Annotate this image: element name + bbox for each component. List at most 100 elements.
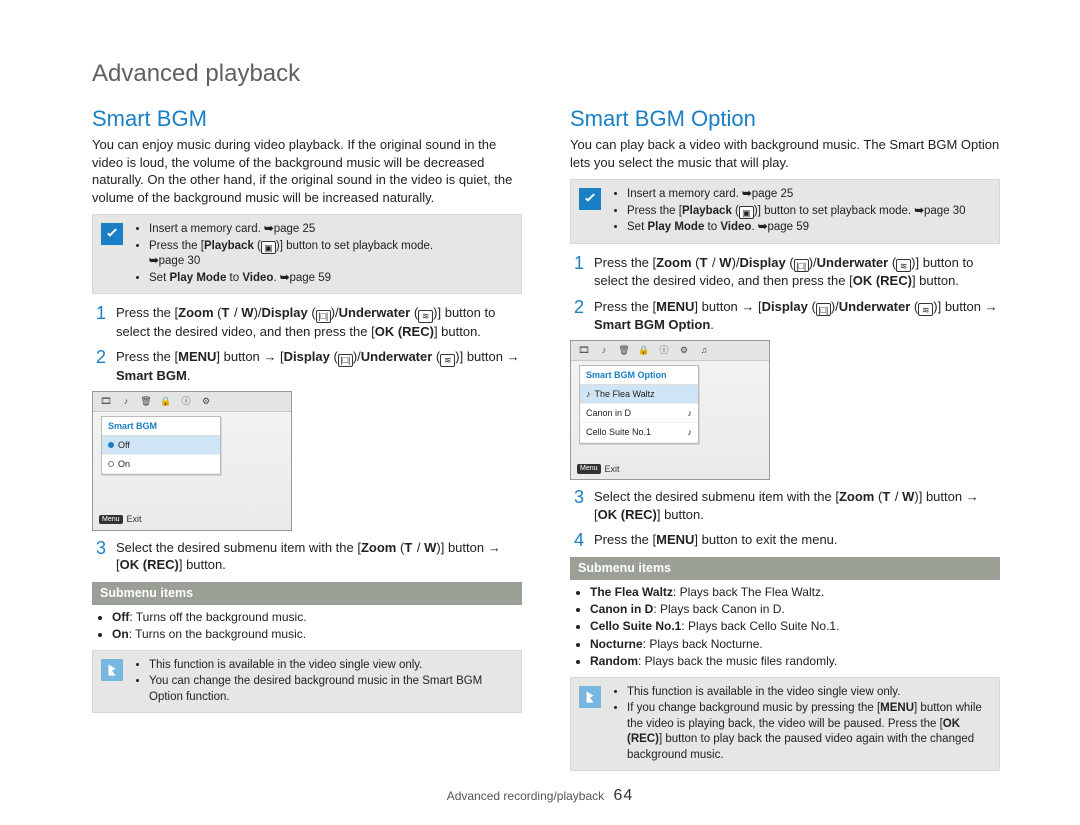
step-body: Select the desired submenu item with the…	[116, 539, 522, 574]
note-icon	[101, 659, 123, 681]
page-number: 64	[613, 787, 633, 804]
step-number: 2	[570, 298, 584, 334]
submenu-heading: Submenu items	[570, 557, 1000, 580]
submenu-item: The Flea Waltz: Plays back The Flea Walt…	[590, 584, 1000, 600]
steps-list: 3 Select the desired submenu item with t…	[92, 539, 522, 574]
prereq-box: Insert a memory card. ➥page 25 Press the…	[92, 214, 522, 294]
lcd-menu: Smart BGM Off On	[101, 416, 221, 475]
prereq-item: Set Play Mode to Video. ➥page 59	[149, 271, 433, 287]
info-icon: ⓘ	[657, 343, 671, 357]
lcd-menu-item: ♪The Flea Waltz	[580, 385, 698, 404]
music-icon: ♪	[119, 394, 133, 408]
step-number: 3	[570, 488, 584, 523]
prereq-item: Insert a memory card. ➥page 25	[149, 222, 433, 238]
smart-bgm-intro: You can enjoy music during video playbac…	[92, 136, 522, 206]
step-number: 3	[92, 539, 106, 574]
section-heading-smart-bgm-option: Smart BGM Option	[570, 104, 1000, 134]
step: 1 Press the [Zoom (T / W)/Display (|□|)/…	[92, 304, 522, 340]
smart-bgm-option-intro: You can play back a video with backgroun…	[570, 136, 1000, 171]
playback-icon: ▣	[739, 206, 754, 219]
prereq-item: Press the [Playback (▣)] button to set p…	[627, 204, 966, 220]
step: 3 Select the desired submenu item with t…	[92, 539, 522, 574]
steps-list: 3 Select the desired submenu item with t…	[570, 488, 1000, 549]
step-body: Select the desired submenu item with the…	[594, 488, 1000, 523]
playback-icon: ▣	[261, 241, 276, 254]
lcd-menu-item: Off	[102, 436, 220, 455]
lcd-topbar: 🎞 ♪ 🗑 🔒 ⓘ ⚙ ♫	[571, 341, 769, 361]
right-column: Smart BGM Option You can play back a vid…	[570, 104, 1000, 781]
lcd-menu: Smart BGM Option ♪The Flea Waltz Canon i…	[579, 365, 699, 444]
prereq-list: Insert a memory card. ➥page 25 Press the…	[611, 186, 966, 237]
underwater-icon: ≋	[918, 303, 933, 316]
step-body: Press the [Zoom (T / W)/Display (|□|)/Un…	[116, 304, 522, 340]
menu-badge: Menu	[577, 464, 601, 473]
submenu-item: Off: Turns off the background music.	[112, 609, 522, 625]
music-icon: ♪	[597, 343, 611, 357]
step-body: Press the [MENU] button → [Display (|□|)…	[594, 298, 1000, 334]
note-item: If you change background music by pressi…	[627, 701, 991, 763]
film-icon: 🎞	[99, 394, 113, 408]
page-footer: Advanced recording/playback 64	[0, 785, 1080, 807]
display-icon: |□|	[794, 259, 809, 272]
lcd-menu-title: Smart BGM	[102, 417, 220, 436]
manual-page: Advanced playback Smart BGM You can enjo…	[0, 0, 1080, 825]
lcd-menu-title: Smart BGM Option	[580, 366, 698, 385]
submenu-item: Canon in D: Plays back Canon in D.	[590, 601, 1000, 617]
note-item: This function is available in the video …	[149, 658, 513, 674]
lcd-exit: Menu Exit	[99, 513, 142, 525]
step: 1 Press the [Zoom (T / W)/Display (|□|)/…	[570, 254, 1000, 290]
info-icon: ⓘ	[179, 394, 193, 408]
gear-icon: ⚙	[677, 343, 691, 357]
prereq-item: Set Play Mode to Video. ➥page 59	[627, 220, 966, 236]
film-icon: 🎞	[577, 343, 591, 357]
note-icon	[579, 686, 601, 708]
note-list: This function is available in the video …	[611, 684, 991, 765]
submenu-heading: Submenu items	[92, 582, 522, 605]
two-column-layout: Smart BGM You can enjoy music during vid…	[92, 104, 1000, 781]
display-icon: |□|	[316, 310, 331, 323]
lock-icon: 🔒	[637, 343, 651, 357]
step-number: 1	[570, 254, 584, 290]
note-item: This function is available in the video …	[627, 685, 991, 701]
note-box: This function is available in the video …	[92, 650, 522, 714]
step-number: 2	[92, 348, 106, 384]
step: 3 Select the desired submenu item with t…	[570, 488, 1000, 523]
step-body: Press the [MENU] button to exit the menu…	[594, 531, 1000, 549]
lcd-menu-item: On	[102, 455, 220, 474]
lcd-menu-item: Cello Suite No.1♪	[580, 423, 698, 442]
submenu-item: Nocturne: Plays back Nocturne.	[590, 636, 1000, 652]
menu-badge: Menu	[99, 515, 123, 524]
lcd-screenshot-smart-bgm-option: 🎞 ♪ 🗑 🔒 ⓘ ⚙ ♫ Smart BGM Option ♪The Flea…	[570, 340, 770, 480]
lcd-exit: Menu Exit	[577, 463, 620, 475]
underwater-icon: ≋	[896, 259, 911, 272]
note-item: You can change the desired background mu…	[149, 674, 513, 705]
page-title: Advanced playback	[92, 58, 1000, 90]
submenu-item: Random: Plays back the music files rando…	[590, 653, 1000, 669]
lcd-screenshot-smart-bgm: 🎞 ♪ 🗑 🔒 ⓘ ⚙ Smart BGM Off On Menu Exit	[92, 391, 292, 531]
section-heading-smart-bgm: Smart BGM	[92, 104, 522, 134]
submenu-item: On: Turns on the background music.	[112, 626, 522, 642]
steps-list: 1 Press the [Zoom (T / W)/Display (|□|)/…	[570, 254, 1000, 334]
submenu-list: The Flea Waltz: Plays back The Flea Walt…	[570, 584, 1000, 669]
check-icon	[101, 223, 123, 245]
note-box: This function is available in the video …	[570, 677, 1000, 772]
step-body: Press the [MENU] button → [Display (|□|)…	[116, 348, 522, 384]
trash-icon: 🗑	[617, 343, 631, 357]
submenu-list: Off: Turns off the background music. On:…	[92, 609, 522, 642]
underwater-icon: ≋	[418, 310, 433, 323]
note-list: This function is available in the video …	[133, 657, 513, 707]
trash-icon: 🗑	[139, 394, 153, 408]
step-number: 1	[92, 304, 106, 340]
prereq-item: Press the [Playback (▣)] button to set p…	[149, 239, 433, 270]
underwater-icon: ≋	[440, 354, 455, 367]
step: 2 Press the [MENU] button → [Display (|□…	[92, 348, 522, 384]
step-number: 4	[570, 531, 584, 549]
lock-icon: 🔒	[159, 394, 173, 408]
gear-icon: ⚙	[199, 394, 213, 408]
note-icon: ♫	[697, 343, 711, 357]
footer-label: Advanced recording/playback	[447, 789, 604, 803]
step: 2 Press the [MENU] button → [Display (|□…	[570, 298, 1000, 334]
prereq-item: Insert a memory card. ➥page 25	[627, 187, 966, 203]
display-icon: |□|	[338, 354, 353, 367]
check-icon	[579, 188, 601, 210]
